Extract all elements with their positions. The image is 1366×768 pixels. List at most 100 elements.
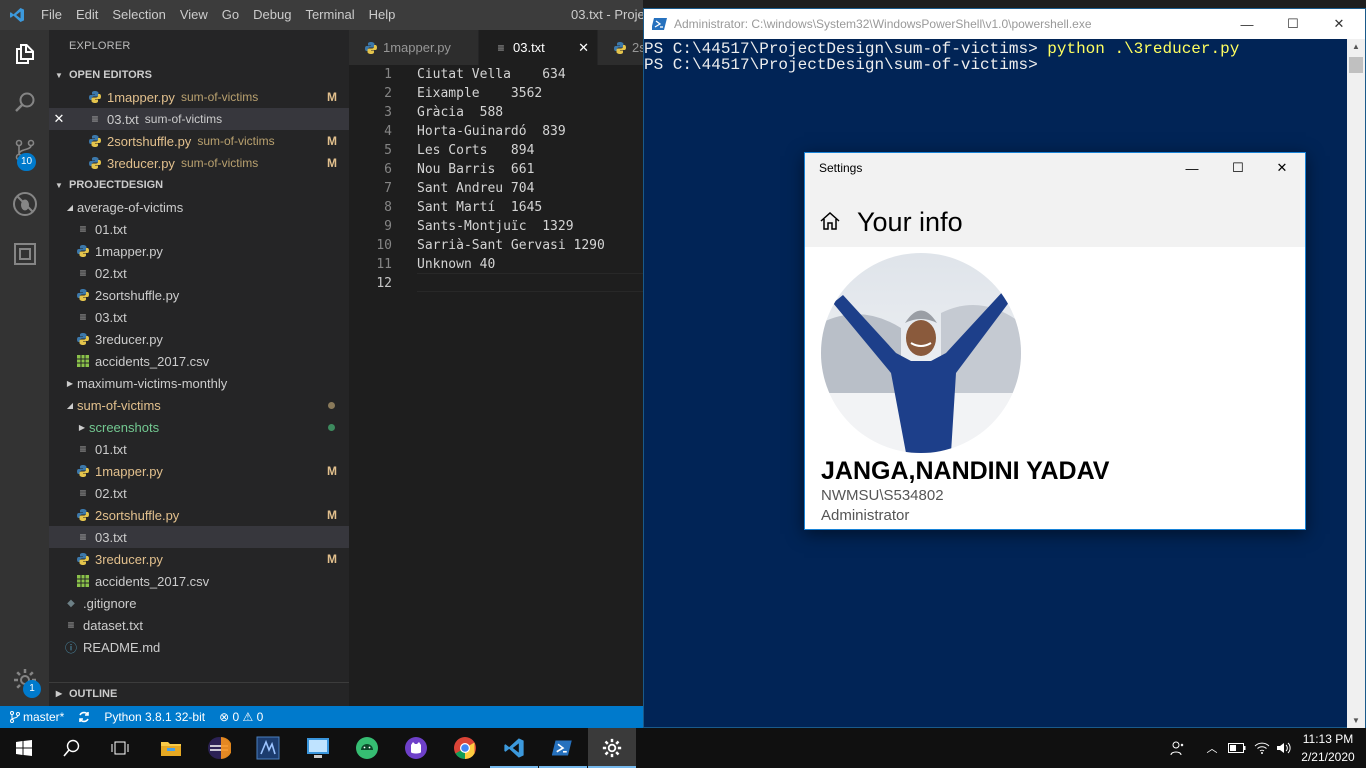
tree-folder-screenshots[interactable]: ▶ screenshots (49, 416, 349, 438)
menu-debug[interactable]: Debug (246, 0, 298, 30)
menu-edit[interactable]: Edit (69, 0, 105, 30)
system-clock[interactable]: 11:13 PM 2/21/2020 (1296, 730, 1360, 766)
tree-file[interactable]: ≡ 02.txt (49, 482, 349, 504)
console-prompt: PS C:\44517\ProjectDesign\sum-of-victims… (644, 56, 1048, 74)
tree-file[interactable]: accidents_2017.csv (49, 350, 349, 372)
wifi-icon[interactable] (1251, 728, 1273, 768)
task-view-icon[interactable] (96, 728, 144, 768)
tree-file[interactable]: ⓘ README.md (49, 636, 349, 658)
tree-item-label: 1mapper.py (95, 463, 163, 479)
git-branch[interactable]: master* (10, 710, 64, 724)
tree-file[interactable]: 2sortshuffle.py (49, 284, 349, 306)
tree-file[interactable]: 2sortshuffle.py M (49, 504, 349, 526)
sql-developer-icon[interactable] (244, 728, 292, 768)
settings-taskbar-icon[interactable] (588, 728, 636, 768)
home-icon[interactable] (819, 211, 841, 231)
tree-folder-average-of-victims[interactable]: ◢ average-of-victims (49, 196, 349, 218)
tree-file[interactable]: ≡ 03.txt (49, 306, 349, 328)
tab-2sortshuffle[interactable]: 2s (598, 30, 643, 65)
python-interpreter[interactable]: Python 3.8.1 32-bit (104, 710, 205, 724)
tab-03-txt[interactable]: ≡ 03.txt ✕ (479, 30, 597, 65)
open-editor-item[interactable]: ✕ ≡ 03.txt sum-of-victims (49, 108, 349, 130)
volume-icon[interactable] (1274, 728, 1294, 768)
debug-icon[interactable] (0, 180, 49, 228)
minimize-button[interactable]: — (1224, 9, 1270, 39)
extensions-icon[interactable] (0, 230, 49, 278)
close-icon[interactable]: ✕ (49, 111, 69, 127)
open-editor-item[interactable]: 1mapper.py sum-of-victims M (49, 86, 349, 108)
info-file-icon: ⓘ (64, 640, 77, 655)
tab-1mapper[interactable]: 1mapper.py (349, 30, 478, 65)
project-section[interactable]: ▼ PROJECTDESIGN (49, 174, 349, 196)
people-icon[interactable] (1166, 728, 1190, 768)
scm-count-badge: 10 (17, 153, 37, 171)
tree-file[interactable]: ◆ .gitignore (49, 592, 349, 614)
close-button[interactable]: ✕ (1259, 153, 1305, 183)
menu-help[interactable]: Help (362, 0, 403, 30)
scroll-up-icon[interactable]: ▲ (1348, 39, 1364, 55)
maximize-button[interactable]: ☐ (1215, 153, 1261, 183)
menu-terminal[interactable]: Terminal (298, 0, 361, 30)
line-number: 6 (384, 162, 392, 177)
outline-section[interactable]: ▶ OUTLINE (49, 682, 349, 704)
code-line: Eixample 3562 (417, 86, 543, 101)
remote-desktop-icon[interactable] (294, 728, 342, 768)
code-editor[interactable]: 1 2 3 4 5 6 7 8 9 10 11 12 Ciutat Vella … (349, 65, 643, 706)
tree-file[interactable]: accidents_2017.csv (49, 570, 349, 592)
problems-indicator[interactable]: ⊗ 0 ⚠ 0 (219, 710, 263, 724)
windows-start-icon[interactable] (0, 728, 48, 768)
tree-file[interactable]: 3reducer.py M (49, 548, 349, 570)
console-line: PS C:\44517\ProjectDesign\sum-of-victims… (644, 57, 1047, 73)
minimize-button[interactable]: — (1169, 153, 1215, 183)
gear-icon[interactable]: 1 (0, 656, 49, 704)
tree-folder-maximum-victims-monthly[interactable]: ▶ maximum-victims-monthly (49, 372, 349, 394)
tree-file-selected[interactable]: ≡ 03.txt (49, 526, 349, 548)
menu-file[interactable]: File (34, 0, 69, 30)
line-number: 1 (384, 67, 392, 82)
tree-file[interactable]: ≡ 02.txt (49, 262, 349, 284)
powershell-title-bar[interactable]: Administrator: C:\windows\System32\Windo… (644, 9, 1365, 39)
github-desktop-icon[interactable] (392, 728, 440, 768)
chrome-icon[interactable] (441, 728, 489, 768)
code-line: Les Corts 894 (417, 143, 535, 158)
maximize-button[interactable]: ☐ (1270, 9, 1316, 39)
tree-file[interactable]: 1mapper.py (49, 240, 349, 262)
tree-file[interactable]: 1mapper.py M (49, 460, 349, 482)
console-scrollbar[interactable]: ▲ ▼ (1347, 39, 1365, 729)
tree-file[interactable]: 3reducer.py (49, 328, 349, 350)
scroll-down-icon[interactable]: ▼ (1348, 713, 1364, 729)
menu-go[interactable]: Go (215, 0, 246, 30)
tree-file[interactable]: ≡ 01.txt (49, 218, 349, 240)
tree-file[interactable]: ≡ 01.txt (49, 438, 349, 460)
text-file-icon: ≡ (79, 266, 87, 280)
open-editor-name: 3reducer.py (107, 155, 175, 171)
open-editors-section[interactable]: ▼ OPEN EDITORS (49, 64, 349, 86)
menu-view[interactable]: View (173, 0, 215, 30)
tree-item-label: README.md (83, 639, 161, 655)
open-editor-item[interactable]: 3reducer.py sum-of-victims M (49, 152, 349, 174)
search-icon[interactable] (48, 728, 96, 768)
explorer-icon[interactable] (0, 30, 49, 78)
eclipse-icon[interactable] (195, 728, 243, 768)
scroll-thumb[interactable] (1349, 57, 1363, 73)
open-editor-folder: sum-of-victims (180, 90, 259, 104)
tree-item-label: maximum-victims-monthly (77, 375, 228, 391)
tree-file[interactable]: ≡ dataset.txt (49, 614, 349, 636)
open-editor-item[interactable]: 2sortshuffle.py sum-of-victims M (49, 130, 349, 152)
battery-icon[interactable] (1226, 728, 1248, 768)
vscode-taskbar-icon[interactable] (490, 728, 538, 768)
menu-selection[interactable]: Selection (105, 0, 172, 30)
chevron-up-icon[interactable]: ︿ (1202, 728, 1222, 768)
close-icon[interactable]: ✕ (578, 40, 589, 56)
source-control-icon[interactable]: 10 (0, 126, 49, 174)
code-line: Sant Martí 1645 (417, 200, 543, 215)
text-file-icon: ≡ (79, 486, 87, 500)
android-studio-icon[interactable] (343, 728, 391, 768)
open-editor-name: 1mapper.py (107, 89, 175, 105)
search-icon[interactable] (0, 78, 49, 126)
sync-icon[interactable] (78, 711, 90, 723)
file-explorer-icon[interactable] (147, 728, 195, 768)
tree-folder-sum-of-victims[interactable]: ◢ sum-of-victims (49, 394, 349, 416)
powershell-taskbar-icon[interactable] (539, 728, 587, 768)
close-button[interactable]: ✕ (1316, 9, 1362, 39)
